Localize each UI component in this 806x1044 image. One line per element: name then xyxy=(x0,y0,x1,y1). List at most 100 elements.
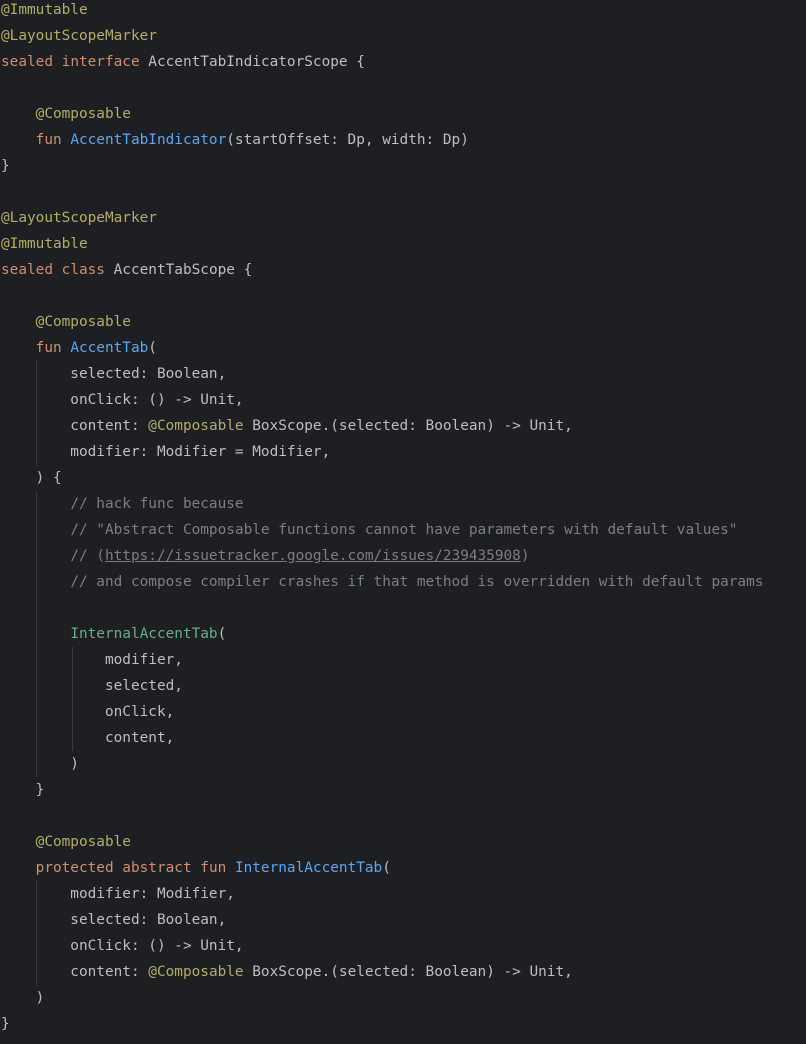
code-token: BoxScope.(selected: Boolean) -> Unit, xyxy=(252,964,573,980)
code-line[interactable]: modifier, xyxy=(1,647,806,673)
code-line[interactable]: content: @Composable BoxScope.(selected:… xyxy=(1,959,806,985)
code-line[interactable]: // (https://issuetracker.google.com/issu… xyxy=(1,543,806,569)
code-token: modifier: Modifier = Modifier, xyxy=(1,444,331,460)
code-line[interactable]: selected, xyxy=(1,673,806,699)
code-line[interactable]: } xyxy=(1,1011,806,1037)
code-line[interactable]: InternalAccentTab( xyxy=(1,621,806,647)
code-line[interactable]: @Immutable xyxy=(1,0,806,23)
code-line[interactable] xyxy=(1,75,806,101)
code-token: modifier, xyxy=(1,652,183,668)
code-line[interactable]: protected abstract fun InternalAccentTab… xyxy=(1,855,806,881)
code-token: ) { xyxy=(1,470,62,486)
keyword-token: sealed xyxy=(1,262,62,278)
code-line[interactable]: onClick, xyxy=(1,699,806,725)
keyword-token: protected xyxy=(35,860,123,876)
annotation-token: @Composable xyxy=(35,106,131,122)
code-line[interactable]: ) xyxy=(1,985,806,1011)
code-line[interactable]: modifier: Modifier = Modifier, xyxy=(1,439,806,465)
code-token: (startOffset: Dp, width: Dp) xyxy=(226,132,469,148)
code-token: selected, xyxy=(1,678,183,694)
annotation-token: @Composable xyxy=(35,834,131,850)
code-token: onClick: () -> Unit, xyxy=(1,392,244,408)
annotation-token: @Composable xyxy=(35,314,131,330)
code-token: content: xyxy=(1,418,149,434)
code-token: ( xyxy=(148,340,157,356)
code-token: } xyxy=(1,158,10,174)
code-line[interactable]: fun AccentTab( xyxy=(1,335,806,361)
keyword-token: fun xyxy=(200,860,235,876)
annotation-token: @Immutable xyxy=(1,2,88,18)
code-line[interactable] xyxy=(1,283,806,309)
function-name-token: InternalAccentTab xyxy=(234,860,383,876)
code-line[interactable]: ) { xyxy=(1,465,806,491)
keyword-token: fun xyxy=(35,132,71,148)
annotation-token: @LayoutScopeMarker xyxy=(1,28,157,44)
code-line[interactable]: // "Abstract Composable functions cannot… xyxy=(1,517,806,543)
code-line[interactable]: fun AccentTabIndicator(startOffset: Dp, … xyxy=(1,127,806,153)
code-line[interactable]: ) xyxy=(1,751,806,777)
code-line[interactable]: } xyxy=(1,153,806,179)
code-token: content, xyxy=(1,730,175,746)
keyword-token: abstract xyxy=(122,860,201,876)
comment-token: // hack func because xyxy=(70,496,244,512)
annotation-token: @Composable xyxy=(148,964,253,980)
code-line[interactable]: @Composable xyxy=(1,309,806,335)
comment-link[interactable]: https://issuetracker.google.com/issues/2… xyxy=(105,548,521,564)
code-line[interactable]: } xyxy=(1,777,806,803)
code-line[interactable]: // and compose compiler crashes if that … xyxy=(1,569,806,595)
keyword-token: sealed xyxy=(1,54,62,70)
code-line[interactable]: @Immutable xyxy=(1,231,806,257)
code-line[interactable]: @LayoutScopeMarker xyxy=(1,205,806,231)
code-line[interactable]: content, xyxy=(1,725,806,751)
code-line[interactable]: selected: Boolean, xyxy=(1,907,806,933)
code-token: ( xyxy=(382,860,391,876)
code-line[interactable]: sealed class AccentTabScope { xyxy=(1,257,806,283)
code-editor[interactable]: @Immutable @LayoutScopeMarker sealed inter… xyxy=(0,0,806,1044)
code-token: selected: Boolean, xyxy=(1,912,227,928)
keyword-token: fun xyxy=(35,340,71,356)
code-token: onClick, xyxy=(1,704,175,720)
annotation-token: @LayoutScopeMarker xyxy=(1,210,157,226)
code-token: onClick: () -> Unit, xyxy=(1,938,244,954)
code-line[interactable]: onClick: () -> Unit, xyxy=(1,387,806,413)
code-line[interactable]: sealed interface AccentTabIndicatorScope… xyxy=(1,49,806,75)
annotation-token: @Composable xyxy=(148,418,253,434)
code-line[interactable] xyxy=(1,803,806,829)
code-line[interactable]: @LayoutScopeMarker xyxy=(1,23,806,49)
comment-token: // "Abstract Composable functions cannot… xyxy=(70,522,738,538)
code-token: content: xyxy=(1,964,149,980)
comment-token: ) xyxy=(520,548,530,564)
code-token: modifier: Modifier, xyxy=(1,886,235,902)
code-token: } xyxy=(1,1016,10,1032)
code-line[interactable]: selected: Boolean, xyxy=(1,361,806,387)
code-line[interactable] xyxy=(1,595,806,621)
function-name-token: AccentTab xyxy=(70,340,149,356)
code-line[interactable]: @Composable xyxy=(1,829,806,855)
code-line[interactable]: @Composable xyxy=(1,101,806,127)
code-line[interactable]: // hack func because xyxy=(1,491,806,517)
code-token: AccentTabIndicatorScope { xyxy=(148,54,365,70)
code-line[interactable] xyxy=(1,179,806,205)
keyword-token: interface xyxy=(61,54,149,70)
code-token: ( xyxy=(217,626,227,642)
code-token: selected: Boolean, xyxy=(1,366,227,382)
keyword-token: class xyxy=(61,262,114,278)
code-token: AccentTabScope { xyxy=(113,262,253,278)
code-text[interactable]: @Immutable @LayoutScopeMarker sealed inter… xyxy=(1,0,806,1037)
code-line[interactable]: onClick: () -> Unit, xyxy=(1,933,806,959)
code-line[interactable]: modifier: Modifier, xyxy=(1,881,806,907)
code-token: ) xyxy=(1,756,79,772)
code-line[interactable]: content: @Composable BoxScope.(selected:… xyxy=(1,413,806,439)
function-name-token: AccentTabIndicator xyxy=(70,132,227,148)
